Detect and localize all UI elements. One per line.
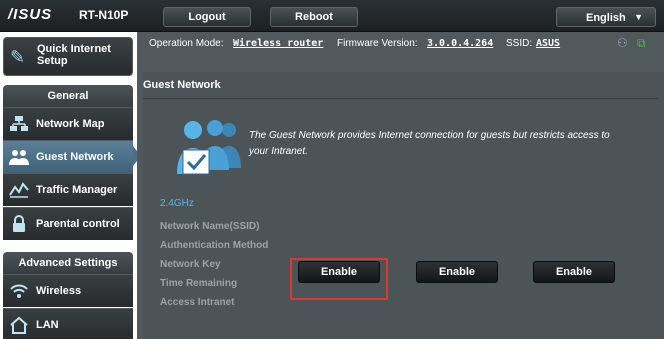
- field-label: Time Remaining: [160, 278, 238, 289]
- guest-network-description: The Guest Network provides Internet conn…: [249, 130, 610, 157]
- sidebar-item-label: LAN: [36, 319, 59, 331]
- divider: [143, 98, 658, 99]
- page-title: Guest Network: [143, 79, 221, 91]
- sidebar-item-label: Wireless: [36, 285, 82, 297]
- op-mode-link[interactable]: Wireless router: [233, 38, 323, 49]
- language-select[interactable]: English ▼: [556, 7, 656, 27]
- advanced-settings-header: Advanced Settings: [3, 252, 133, 274]
- field-label: Network Key: [160, 259, 221, 270]
- usb-icon[interactable]: ⧉: [637, 36, 646, 51]
- main-content: Operation Mode: Wireless router Firmware…: [137, 32, 664, 339]
- guest-network-icon: [8, 148, 30, 166]
- wireless-icon: [8, 282, 30, 300]
- lock-icon: [8, 215, 30, 233]
- quick-setup-label: Quick Internet Setup: [37, 43, 111, 67]
- sidebar-item-label: Traffic Manager: [36, 184, 118, 196]
- model-name: RT-N10P: [79, 8, 129, 22]
- band-label: 2.4GHz: [160, 198, 194, 209]
- chevron-down-icon: ▼: [634, 12, 643, 22]
- general-section-header: General: [3, 85, 133, 107]
- asus-logo: /ISUS: [8, 6, 53, 23]
- sidebar-item-label: Guest Network: [36, 151, 114, 163]
- enable-button-3[interactable]: Enable: [533, 261, 615, 283]
- network-map-icon: [8, 115, 30, 133]
- guest-people-icon: [173, 116, 247, 178]
- sidebar-item-wireless[interactable]: Wireless: [3, 274, 133, 307]
- firmware-link[interactable]: 3.0.0.4.264: [427, 38, 493, 49]
- field-label: Network Name(SSID): [160, 221, 260, 232]
- top-bar: /ISUS RT-N10P Logout Reboot English ▼: [0, 0, 664, 32]
- wand-icon: ✎: [10, 47, 26, 67]
- language-value: English: [586, 12, 626, 24]
- status-bar: Operation Mode: Wireless router Firmware…: [137, 32, 664, 54]
- home-icon: [8, 316, 30, 334]
- firmware-label: Firmware Version:: [337, 38, 418, 49]
- sidebar-item-parental-control[interactable]: Parental control: [3, 207, 133, 240]
- ssid-label: SSID:: [506, 38, 533, 49]
- sidebar-item-label: Network Map: [36, 118, 105, 130]
- sidebar-item-traffic-manager[interactable]: Traffic Manager: [3, 173, 133, 206]
- logout-button[interactable]: Logout: [163, 7, 251, 27]
- sidebar-item-lan[interactable]: LAN: [3, 308, 133, 339]
- op-mode-label: Operation Mode:: [149, 38, 224, 49]
- sidebar-item-label: Parental control: [36, 218, 120, 230]
- ssid-link[interactable]: ASUS: [536, 38, 560, 49]
- field-label: Access Intranet: [160, 297, 235, 308]
- sidebar-item-network-map[interactable]: Network Map: [3, 107, 133, 140]
- highlight-box: [290, 258, 388, 300]
- field-label: Authentication Method: [160, 240, 269, 251]
- sidebar-item-guest-network[interactable]: Guest Network: [3, 140, 133, 173]
- reboot-button[interactable]: Reboot: [270, 7, 358, 27]
- quick-internet-setup-button[interactable]: ✎ Quick Internet Setup: [3, 37, 133, 76]
- clients-icon[interactable]: ⚇: [617, 36, 628, 50]
- enable-button-2[interactable]: Enable: [416, 261, 498, 283]
- traffic-manager-icon: [8, 181, 30, 199]
